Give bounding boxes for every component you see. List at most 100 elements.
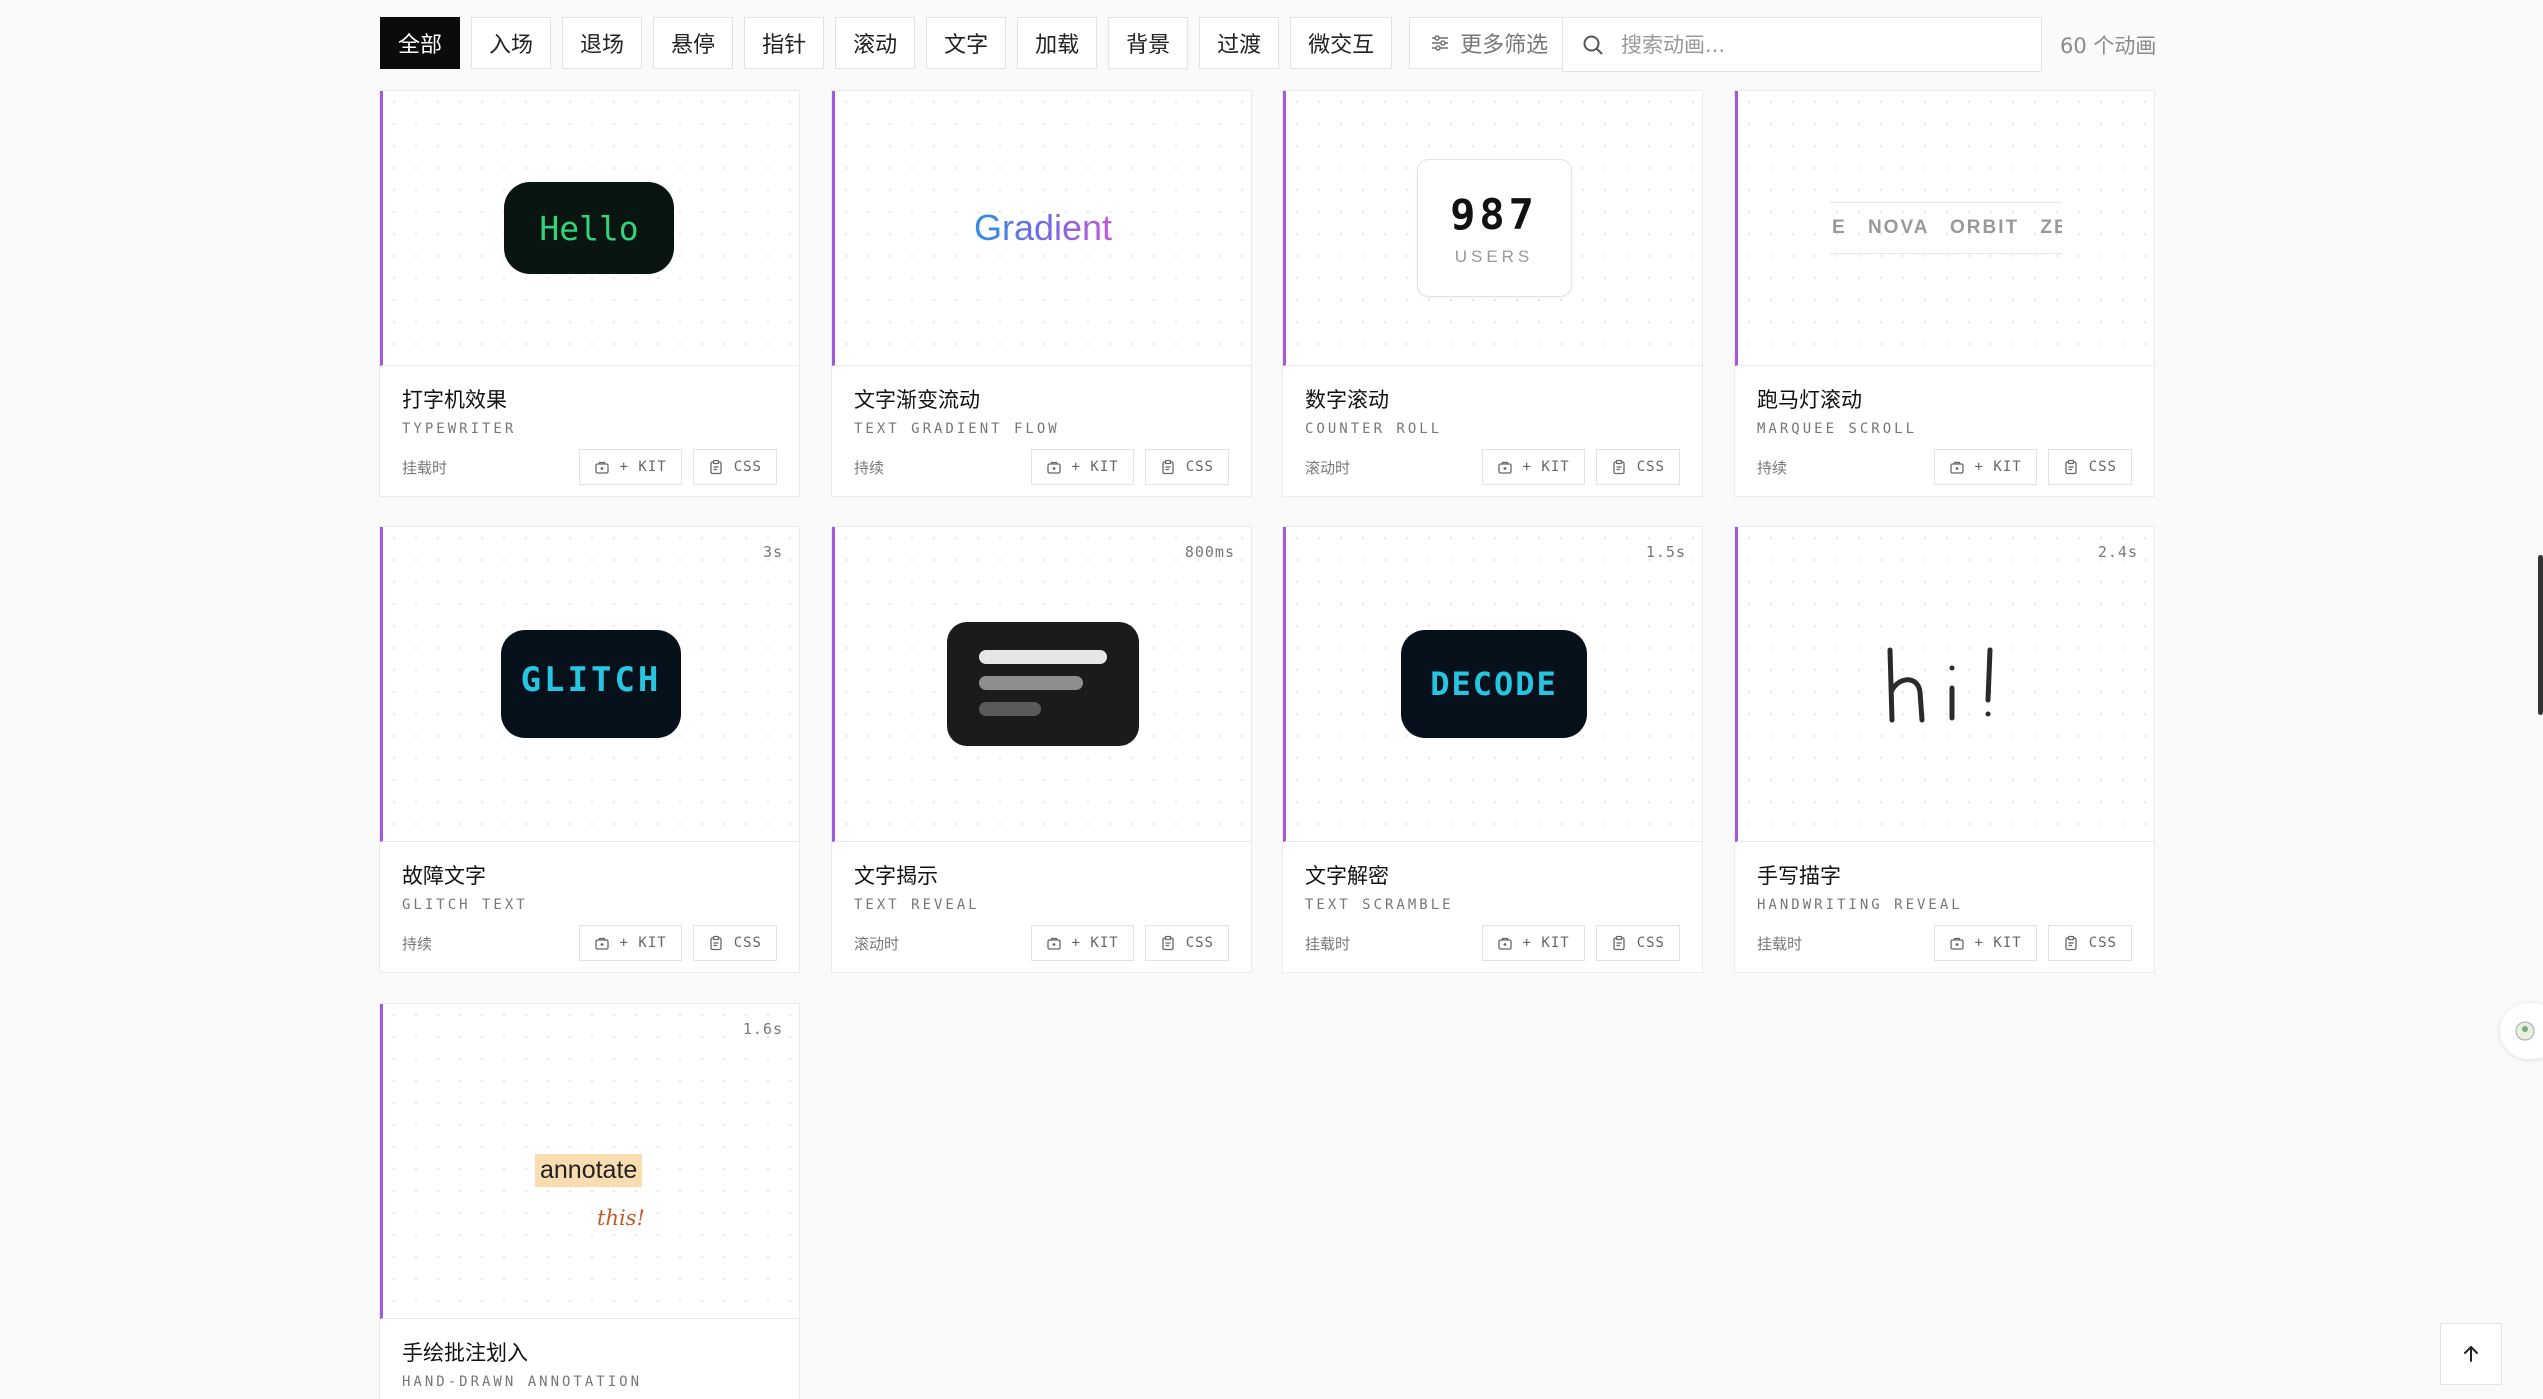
sliders-icon: [1432, 35, 1449, 51]
clipboard-icon: [2065, 459, 2077, 475]
animation-card-glitch-text[interactable]: 3s GLITCH 故障文字 GLITCH TEXT 持续 + KIT CSS: [379, 526, 800, 973]
add-to-kit-button[interactable]: + KIT: [578, 449, 682, 485]
filter-chip-text[interactable]: 文字: [926, 17, 1007, 69]
add-to-kit-button[interactable]: + KIT: [1030, 449, 1134, 485]
search-input[interactable]: [1621, 32, 2021, 57]
card-trigger: 滚动时: [1305, 458, 1351, 477]
card-subtitle: HANDWRITING REVEAL: [1757, 897, 1963, 913]
filter-chip-hover[interactable]: 悬停: [653, 17, 734, 69]
card-title: 手写描字: [1757, 864, 1841, 888]
filter-chip-transition[interactable]: 过渡: [1199, 17, 1280, 69]
copy-css-button[interactable]: CSS: [692, 449, 777, 485]
card-title: 文字解密: [1305, 864, 1389, 888]
filter-chip-background[interactable]: 背景: [1108, 17, 1189, 69]
handwriting-preview: [1887, 647, 1993, 723]
animation-card-marquee-scroll[interactable]: E NOVA ORBIT ZE 跑马灯滚动 MARQUEE SCROLL 持续 …: [1734, 90, 2155, 497]
add-to-kit-button[interactable]: + KIT: [578, 925, 682, 961]
kit-icon: [1497, 461, 1512, 474]
decode-preview: DECODE: [1401, 630, 1587, 738]
copy-css-button[interactable]: CSS: [1595, 925, 1680, 961]
kit-icon: [1046, 461, 1061, 474]
animation-card-counter-roll[interactable]: 987 USERS 数字滚动 COUNTER ROLL 滚动时 + KIT CS…: [1282, 90, 1703, 497]
card-title: 手绘批注划入: [402, 1341, 528, 1365]
counter-unit: USERS: [1454, 246, 1534, 266]
copy-css-button[interactable]: CSS: [1144, 449, 1229, 485]
clipboard-icon: [1162, 935, 1174, 951]
search-icon: [1583, 35, 1603, 55]
kit-icon: [594, 937, 609, 950]
card-trigger: 持续: [854, 458, 885, 477]
marquee-preview: E NOVA ORBIT ZE: [1830, 202, 2062, 254]
card-preview: 3s GLITCH: [380, 527, 799, 842]
copy-css-label: CSS: [733, 935, 762, 951]
add-to-kit-label: + KIT: [1974, 459, 2022, 475]
clipboard-icon: [710, 459, 722, 475]
animation-card-hand-drawn-annotation[interactable]: 1.6s annotate this! 手绘批注划入 HAND-DRAWN AN…: [379, 1003, 800, 1399]
clipboard-icon: [1162, 459, 1174, 475]
more-filters-button[interactable]: 更多筛选: [1409, 17, 1570, 69]
card-trigger: 滚动时: [854, 934, 900, 953]
copy-css-label: CSS: [1636, 459, 1665, 475]
animation-card-handwriting-reveal[interactable]: 2.4s 手写描字 HANDWRITING REVEAL 挂载时 + KIT C…: [1734, 526, 2155, 973]
animation-card-text-reveal[interactable]: 800ms 文字揭示 TEXT REVEAL 滚动时 + KIT CSS: [831, 526, 1252, 973]
add-to-kit-button[interactable]: + KIT: [1933, 449, 2037, 485]
glitch-text: GLITCH: [520, 660, 662, 700]
copy-css-label: CSS: [733, 459, 762, 475]
add-to-kit-button[interactable]: + KIT: [1030, 925, 1134, 961]
marquee-text: E NOVA ORBIT ZE: [1832, 217, 2062, 238]
add-to-kit-label: + KIT: [619, 935, 667, 951]
add-to-kit-button[interactable]: + KIT: [1481, 925, 1585, 961]
reveal-line-3: [979, 702, 1041, 716]
add-to-kit-label: + KIT: [619, 459, 667, 475]
filter-chip-enter[interactable]: 入场: [471, 17, 552, 69]
duration-badge: 1.6s: [742, 1020, 783, 1038]
card-trigger: 挂载时: [1305, 934, 1351, 953]
card-preview: 1.6s annotate this!: [380, 1004, 799, 1319]
filter-chip-scroll[interactable]: 滚动: [835, 17, 916, 69]
kit-icon: [594, 461, 609, 474]
card-preview: 987 USERS: [1283, 91, 1702, 366]
copy-css-button[interactable]: CSS: [692, 925, 777, 961]
copy-css-button[interactable]: CSS: [1144, 925, 1229, 961]
copy-css-label: CSS: [2088, 459, 2117, 475]
card-subtitle: TEXT SCRAMBLE: [1305, 897, 1454, 913]
animation-card-text-gradient-flow[interactable]: Gradient 文字渐变流动 TEXT GRADIENT FLOW 持续 + …: [831, 90, 1252, 497]
clipboard-icon: [710, 935, 722, 951]
reveal-line-2: [979, 676, 1083, 690]
filter-chip-pointer[interactable]: 指针: [744, 17, 825, 69]
add-to-kit-label: + KIT: [1522, 935, 1570, 951]
kit-icon: [1497, 937, 1512, 950]
copy-css-button[interactable]: CSS: [2047, 449, 2132, 485]
card-subtitle: MARQUEE SCROLL: [1757, 421, 1918, 437]
side-widget-handle[interactable]: [2500, 1003, 2543, 1059]
card-title: 故障文字: [402, 864, 486, 888]
copy-css-button[interactable]: CSS: [1595, 449, 1680, 485]
annotation-note: this!: [597, 1206, 645, 1230]
filter-chip-all[interactable]: 全部: [380, 17, 461, 69]
add-to-kit-label: + KIT: [1071, 935, 1119, 951]
card-title: 数字滚动: [1305, 388, 1389, 412]
clipboard-icon: [1613, 935, 1625, 951]
add-to-kit-label: + KIT: [1071, 459, 1119, 475]
filter-chip-loading[interactable]: 加载: [1017, 17, 1098, 69]
back-to-top-button[interactable]: [2440, 1323, 2502, 1385]
card-title: 文字渐变流动: [854, 388, 980, 412]
kit-icon: [1949, 461, 1964, 474]
copy-css-button[interactable]: CSS: [2047, 925, 2132, 961]
search-box[interactable]: [1562, 17, 2042, 72]
card-title: 打字机效果: [402, 388, 507, 412]
card-trigger: 持续: [402, 934, 433, 953]
clipboard-icon: [2065, 935, 2077, 951]
filter-chip-exit[interactable]: 退场: [562, 17, 643, 69]
widget-icon: [2515, 1021, 2535, 1041]
animation-card-text-scramble[interactable]: 1.5s DECODE 文字解密 TEXT SCRAMBLE 挂载时 + KIT…: [1282, 526, 1703, 973]
filter-chip-microinteraction[interactable]: 微交互: [1290, 17, 1393, 69]
typewriter-preview: Hello: [504, 182, 674, 274]
animation-card-typewriter[interactable]: Hello 打字机效果 TYPEWRITER 挂载时 + KIT CSS: [379, 90, 800, 497]
scrollbar-thumb[interactable]: [2538, 555, 2543, 715]
card-preview: Gradient: [832, 91, 1251, 366]
add-to-kit-button[interactable]: + KIT: [1481, 449, 1585, 485]
add-to-kit-button[interactable]: + KIT: [1933, 925, 2037, 961]
card-preview: 1.5s DECODE: [1283, 527, 1702, 842]
add-to-kit-label: + KIT: [1974, 935, 2022, 951]
